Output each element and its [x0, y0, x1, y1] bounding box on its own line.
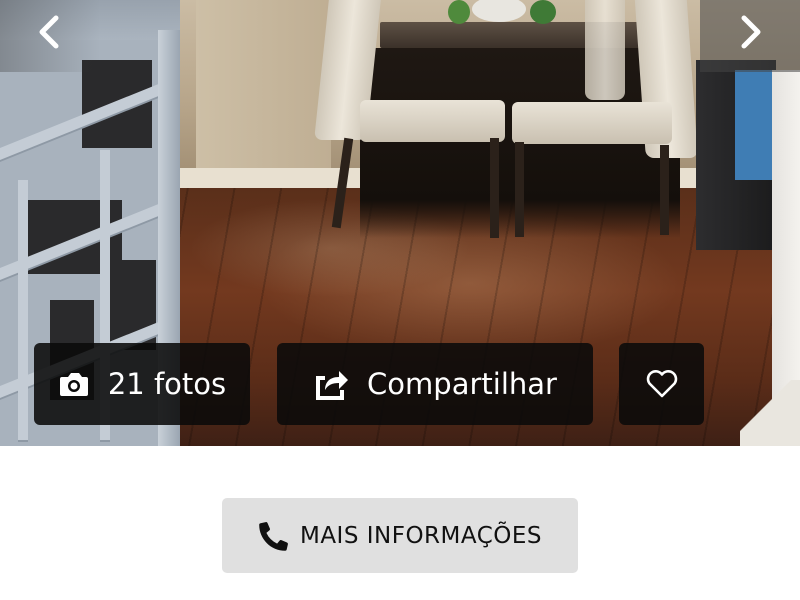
phone-icon — [259, 521, 288, 551]
photo-chair-seat — [512, 102, 672, 144]
favorite-button[interactable] — [619, 343, 704, 425]
more-info-label: MAIS INFORMAÇÕES — [299, 522, 543, 549]
chevron-right-icon — [741, 15, 761, 49]
photo-vase — [530, 0, 556, 24]
photo-chair-leg — [490, 138, 499, 238]
heart-icon — [646, 370, 677, 398]
camera-icon — [59, 373, 88, 396]
chevron-left-icon — [39, 15, 59, 49]
photo-blue-object — [735, 70, 775, 180]
photo-vase — [448, 0, 470, 24]
more-info-button[interactable]: MAIS INFORMAÇÕES — [222, 498, 578, 573]
listing-photo[interactable]: 21 fotos Compartilhar — [0, 0, 800, 446]
share-label: Compartilhar — [367, 367, 557, 401]
photo-door — [196, 0, 331, 175]
photo-count-label: 21 fotos — [107, 367, 227, 401]
next-photo-button[interactable] — [700, 0, 800, 72]
share-icon — [316, 371, 349, 400]
photo-chair-seat — [360, 100, 505, 142]
share-button[interactable]: Compartilhar — [277, 343, 593, 425]
photo-doorframe — [740, 380, 800, 446]
photo-count-button[interactable]: 21 fotos — [34, 343, 250, 425]
photo-chair-leg — [660, 145, 669, 235]
photo-chair-leg — [515, 142, 524, 237]
photo-chair-back — [585, 0, 625, 100]
photo-shelf-board — [18, 180, 28, 440]
previous-photo-button[interactable] — [0, 0, 100, 72]
